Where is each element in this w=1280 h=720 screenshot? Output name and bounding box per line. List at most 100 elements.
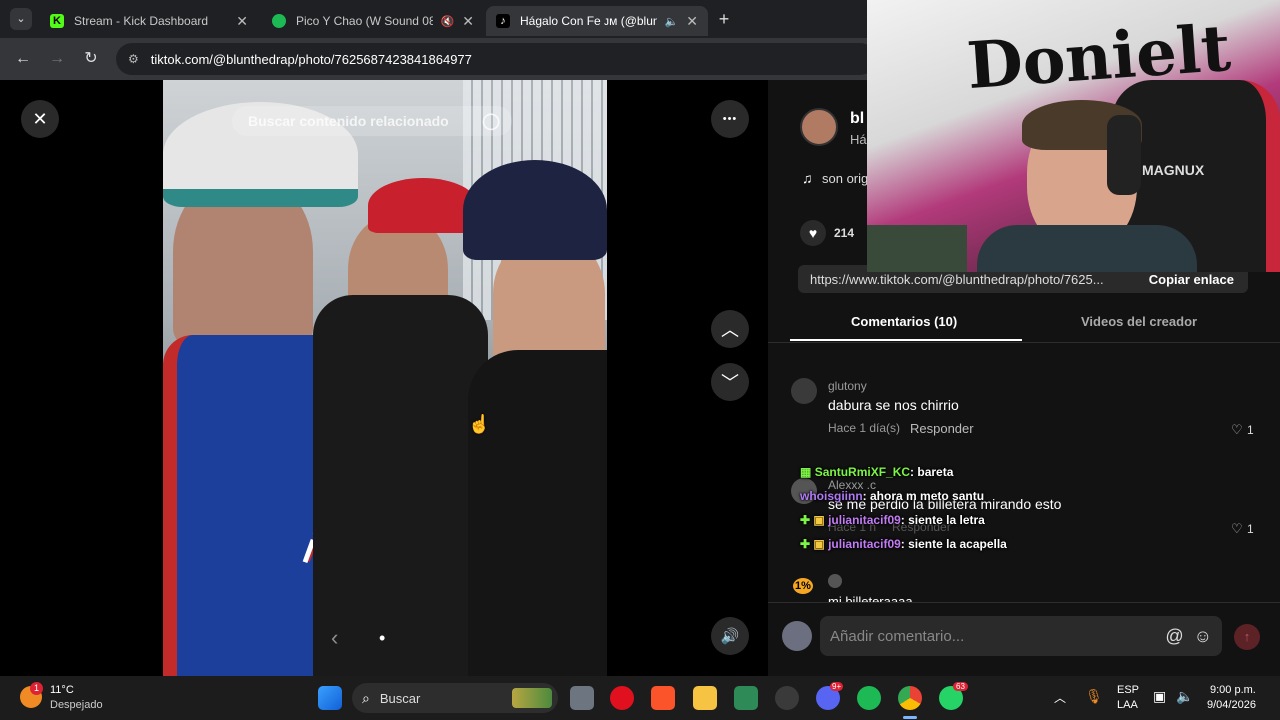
volume-icon[interactable]: 🔈 xyxy=(1176,688,1193,705)
active-app-indicator xyxy=(903,716,917,719)
photo-prev-icon[interactable]: ‹ xyxy=(331,625,338,651)
tab-title: Pico Y Chao (W Sound 08) - xyxy=(296,14,433,28)
obs-icon[interactable] xyxy=(775,686,799,710)
mouse-cursor-icon: ☝ xyxy=(468,414,491,434)
reply-button[interactable]: Responder xyxy=(910,421,974,436)
site-settings-icon[interactable]: ⚙ xyxy=(128,52,139,66)
discord-badge: 9+ xyxy=(830,682,844,691)
share-link-text: https://www.tiktok.com/@blunthedrap/phot… xyxy=(810,271,1104,287)
windows-taskbar: 1 11°C Despejado ⌕ Buscar 9+ 63 ︿ 🎙 ESP … xyxy=(0,676,1280,720)
search-related-button[interactable]: Buscar contenido relacionado ◯ xyxy=(232,106,512,136)
post-photo[interactable]: ƎИI ‹ • xyxy=(163,80,607,676)
emoji-icon[interactable]: ☺ xyxy=(1194,626,1212,647)
headset xyxy=(1107,115,1141,195)
comment-like-count: 1 xyxy=(1247,522,1254,536)
more-options-button[interactable]: ••• xyxy=(711,100,749,138)
app-arrow-icon[interactable] xyxy=(734,686,758,710)
tab-spotify[interactable]: Pico Y Chao (W Sound 08) - 🔇 ✕ xyxy=(262,6,484,36)
weather-widget[interactable]: 1 11°C Despejado xyxy=(18,682,108,714)
network-icon[interactable]: ▣ xyxy=(1153,688,1166,705)
close-tab-icon[interactable]: ✕ xyxy=(462,13,474,30)
address-bar[interactable]: ⚙ tiktok.com/@blunthedrap/photo/76256874… xyxy=(116,43,876,75)
taskbar-search[interactable]: ⌕ Buscar xyxy=(352,683,558,713)
tab-title: Stream - Kick Dashboard xyxy=(74,14,209,28)
copy-link-button[interactable]: Copiar enlace xyxy=(1149,272,1248,287)
comment-avatar[interactable] xyxy=(791,378,817,404)
send-comment-button[interactable]: ↑ xyxy=(1234,624,1260,650)
jacket-middle xyxy=(313,295,488,676)
opera-icon[interactable] xyxy=(610,686,634,710)
comment-like-count: 1 xyxy=(1247,423,1254,437)
chat-message: whoisgiinn: ahora m meto santu xyxy=(800,489,984,503)
weather-desc: Despejado xyxy=(50,699,103,711)
kick-icon: K xyxy=(50,14,64,28)
my-avatar xyxy=(782,621,812,651)
spotify-icon[interactable] xyxy=(857,686,881,710)
language-indicator[interactable]: ESP xyxy=(1117,684,1139,696)
like-button[interactable]: ♥ xyxy=(800,220,826,246)
streamer-webcam: Donielt MAGNUX xyxy=(867,0,1280,272)
photo-indicator-dot: • xyxy=(379,628,386,648)
previous-post-button[interactable]: ︿ xyxy=(711,310,749,348)
comment-like-icon[interactable]: ♡ xyxy=(1231,422,1243,438)
windows-start-icon[interactable] xyxy=(318,686,342,710)
comment-username[interactable]: glutony xyxy=(828,379,867,393)
sound-name[interactable]: son orig xyxy=(822,171,868,186)
chat-sub-badge-icon: ▣ xyxy=(813,513,825,527)
url-text: tiktok.com/@blunthedrap/photo/7625687423… xyxy=(150,51,472,67)
like-count: 214 xyxy=(834,226,855,240)
comment-avatar[interactable] xyxy=(828,574,842,588)
tabs-divider xyxy=(768,342,1280,343)
chat-message: ▦ SantuRmiXF_KC: bareta xyxy=(800,465,953,479)
clock-time[interactable]: 9:00 p.m. xyxy=(1210,684,1256,696)
search-icon: ◯ xyxy=(482,113,500,130)
input-divider xyxy=(768,602,1280,603)
audio-playing-icon[interactable]: 🔈 xyxy=(665,15,679,28)
music-note-icon: ♫ xyxy=(802,170,813,186)
tab-kick-dashboard[interactable]: K Stream - Kick Dashboard ✕ xyxy=(40,6,258,36)
whatsapp-badge: 63 xyxy=(953,682,968,691)
search-related-label: Buscar contenido relacionado xyxy=(248,113,449,129)
file-explorer-icon[interactable] xyxy=(693,686,717,710)
task-view-icon[interactable] xyxy=(570,686,594,710)
chat-sub-badge-icon: ▣ xyxy=(813,537,825,551)
tiktok-icon: ♪ xyxy=(496,14,510,28)
tab-search-dropdown[interactable]: ⌄ xyxy=(10,8,32,30)
author-avatar[interactable] xyxy=(800,108,838,146)
chat-text: : bareta xyxy=(910,465,954,479)
author-name[interactable]: bl xyxy=(850,110,864,128)
clock-date[interactable]: 9/04/2026 xyxy=(1207,699,1256,711)
chat-badge-icon: ▦ xyxy=(800,465,812,479)
chrome-icon[interactable] xyxy=(898,686,922,710)
streamer-shirt xyxy=(977,225,1197,272)
brave-icon[interactable] xyxy=(651,686,675,710)
next-post-button[interactable]: ﹀ xyxy=(711,363,749,401)
muted-icon[interactable]: 🔇 xyxy=(441,15,455,28)
tab-comments[interactable]: Comentarios (10) xyxy=(851,314,957,329)
keyboard-layout[interactable]: LAA xyxy=(1117,699,1138,711)
close-tab-icon[interactable]: ✕ xyxy=(686,13,698,30)
show-hidden-icons[interactable]: ︿ xyxy=(1054,689,1066,706)
chat-badge-icon: ✚ xyxy=(800,513,811,527)
microphone-icon[interactable]: 🎙 xyxy=(1085,688,1103,705)
close-viewer-button[interactable]: ✕ xyxy=(21,100,59,138)
volume-button[interactable]: 🔊 xyxy=(711,617,749,655)
add-comment-field[interactable]: Añadir comentario... @ ☺ xyxy=(820,616,1222,656)
comment-time: Hace 1 día(s) xyxy=(828,421,901,435)
chat-message: ✚ ▣ julianitacif09: siente la letra xyxy=(800,513,985,527)
back-icon[interactable]: ← xyxy=(12,48,34,70)
mention-icon[interactable]: @ xyxy=(1165,626,1183,647)
tab-title: Hágalo Con Fe ᴊᴍ (@blunth xyxy=(520,14,657,28)
search-highlight-image xyxy=(512,688,552,708)
chat-user: julianitacif09 xyxy=(828,537,901,551)
close-tab-icon[interactable]: ✕ xyxy=(236,13,248,30)
cap-middle xyxy=(368,178,478,233)
comment-like-icon[interactable]: ♡ xyxy=(1231,521,1243,537)
tab-creator-videos[interactable]: Videos del creador xyxy=(1081,314,1197,329)
reload-icon[interactable]: ↻ xyxy=(80,48,102,70)
spotify-icon xyxy=(272,14,286,28)
chat-message: ✚ ▣ julianitacif09: siente la acapella xyxy=(800,537,1007,551)
forward-icon[interactable]: → xyxy=(46,48,68,70)
tab-tiktok[interactable]: ♪ Hágalo Con Fe ᴊᴍ (@blunth 🔈 ✕ xyxy=(486,6,708,36)
new-tab-button[interactable]: + xyxy=(714,8,734,30)
